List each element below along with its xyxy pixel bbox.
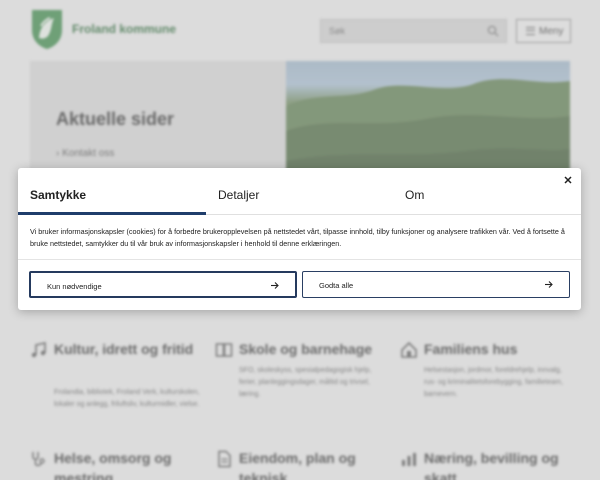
necessary-only-label: Kun nødvendige bbox=[47, 282, 102, 291]
divider bbox=[18, 259, 581, 260]
arrow-right-icon bbox=[271, 282, 279, 289]
cookie-consent-dialog: Samtykke Detaljer Om Vi bruker informasj… bbox=[18, 168, 581, 310]
accept-all-button[interactable]: Godta alle bbox=[302, 271, 570, 298]
accept-all-label: Godta alle bbox=[319, 281, 354, 290]
active-tab-indicator bbox=[18, 212, 206, 215]
tab-om[interactable]: Om bbox=[405, 188, 424, 202]
consent-text: Vi bruker informasjonskapsler (cookies) … bbox=[30, 227, 565, 248]
dialog-tabs: Samtykke Detaljer Om bbox=[18, 168, 581, 215]
tab-samtykke[interactable]: Samtykke bbox=[30, 188, 86, 202]
close-icon[interactable] bbox=[561, 173, 575, 187]
necessary-only-button[interactable]: Kun nødvendige bbox=[29, 271, 297, 298]
tab-detaljer[interactable]: Detaljer bbox=[218, 188, 259, 202]
arrow-right-icon bbox=[545, 281, 553, 288]
